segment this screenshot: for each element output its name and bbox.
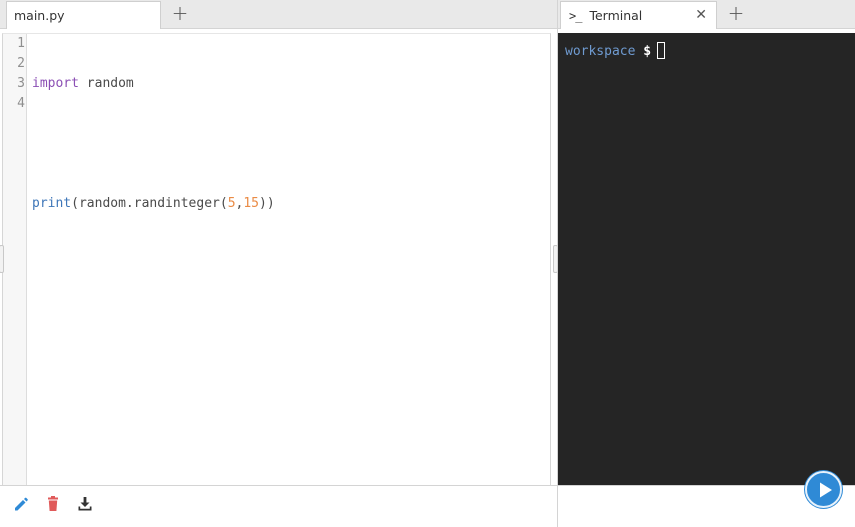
- keyword-import: import: [32, 76, 79, 91]
- line-number-gutter: 1 2 3 4: [3, 34, 27, 485]
- add-terminal-tab-button[interactable]: +: [725, 3, 747, 25]
- terminal-footer: [558, 471, 855, 527]
- number-literal: 5: [227, 196, 236, 211]
- terminal-pane: >_ Terminal ✕ + workspace $: [557, 0, 855, 527]
- run-button[interactable]: [805, 471, 842, 508]
- terminal-prompt: workspace $: [565, 42, 666, 61]
- number-literal: 15: [243, 196, 259, 211]
- tab-terminal[interactable]: >_ Terminal ✕: [560, 1, 717, 29]
- trash-icon[interactable]: [44, 495, 62, 513]
- line-number: 4: [17, 96, 25, 111]
- tab-main-py[interactable]: main.py: [6, 1, 161, 29]
- line-number: 1: [17, 36, 25, 51]
- download-icon[interactable]: [76, 495, 94, 513]
- code-line: print(random.randinteger(5,15)): [32, 194, 275, 214]
- editor-toolbar: [0, 485, 557, 527]
- add-file-tab-button[interactable]: +: [169, 3, 191, 25]
- tab-label: Terminal: [589, 8, 643, 23]
- code-token: random: [78, 76, 134, 91]
- editor-tab-bar: main.py +: [0, 0, 557, 29]
- terminal-cursor: [657, 42, 666, 59]
- code-editor[interactable]: 1 2 3 4 import random print(random.randi…: [2, 33, 551, 485]
- terminal-output[interactable]: workspace $: [558, 33, 855, 485]
- code-token: )): [259, 196, 275, 211]
- close-icon[interactable]: ✕: [695, 7, 707, 23]
- pencil-icon[interactable]: [12, 495, 30, 513]
- tab-label: main.py: [14, 8, 65, 23]
- editor-pane: main.py + 1 2 3 4 import random print(ra…: [0, 0, 557, 527]
- code-line: import random: [32, 74, 275, 94]
- code-token: (random.randinteger(: [71, 196, 228, 211]
- terminal-icon: >_: [569, 8, 582, 23]
- code-text[interactable]: import random print(random.randinteger(5…: [32, 34, 275, 314]
- terminal-tab-bar: >_ Terminal ✕ +: [558, 0, 855, 29]
- line-number: 2: [17, 56, 25, 71]
- line-number: 3: [17, 76, 25, 91]
- function-print: print: [32, 196, 72, 211]
- left-resize-handle[interactable]: [0, 245, 4, 273]
- prompt-directory: workspace: [565, 44, 636, 59]
- prompt-symbol: $: [643, 44, 652, 59]
